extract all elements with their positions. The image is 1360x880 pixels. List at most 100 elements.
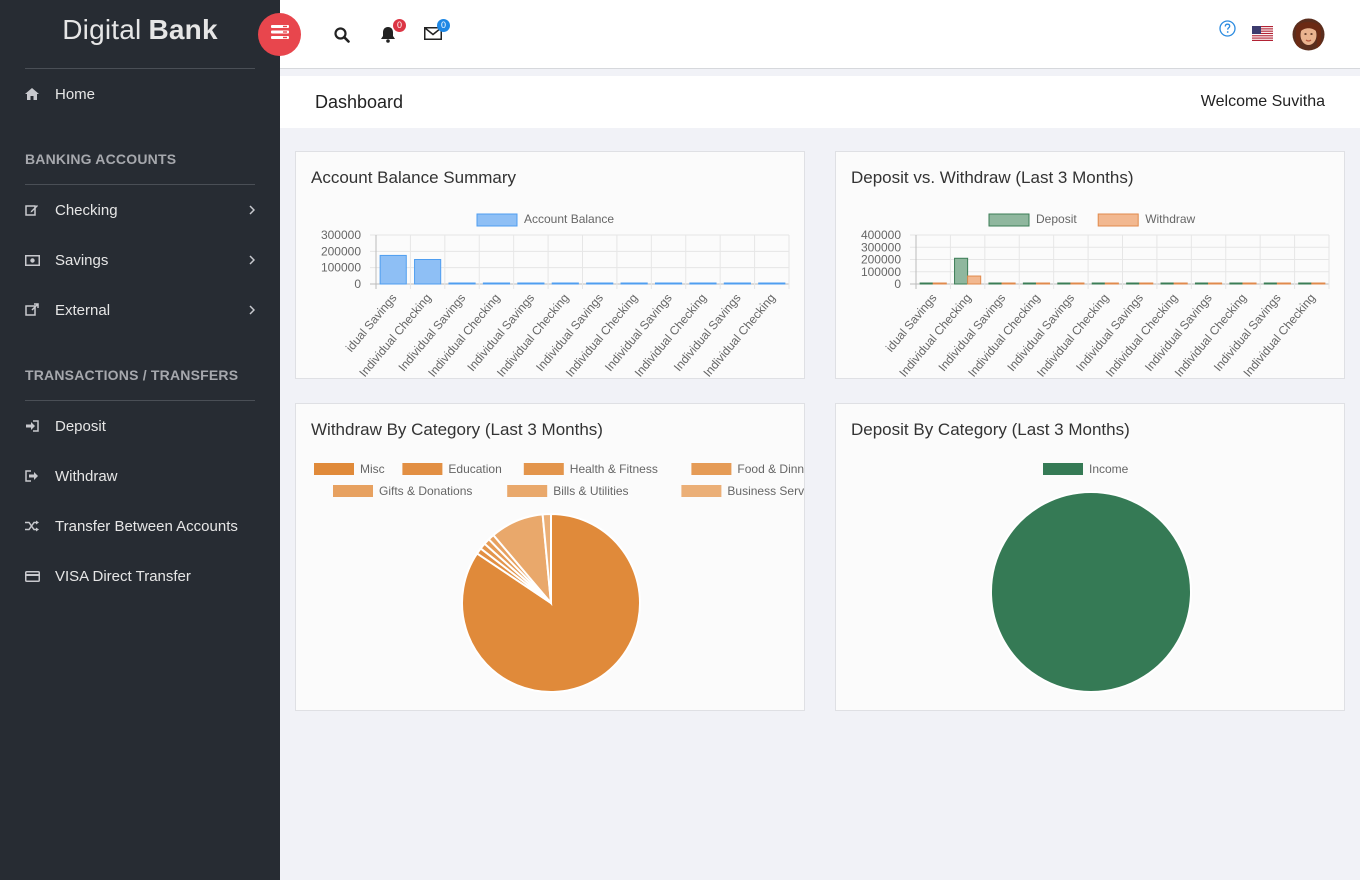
bar: [1001, 282, 1016, 285]
sidebar-item-label: External: [55, 301, 111, 319]
search-icon: [334, 27, 350, 48]
sidebar: Digital Bank Home BANKING ACCOUNTS Checki…: [0, 0, 280, 880]
legend-swatch: [1097, 213, 1139, 227]
sidebar-item-savings[interactable]: Savings: [25, 249, 255, 271]
bar: [1194, 282, 1210, 285]
bar: [379, 254, 407, 285]
home-icon: [25, 88, 55, 100]
sidebar-item-label: VISA Direct Transfer: [55, 567, 191, 585]
pie-slice: [989, 491, 1192, 693]
bar: [723, 282, 751, 285]
sidebar-item-withdraw[interactable]: Withdraw: [25, 465, 255, 487]
bar: [1104, 282, 1119, 285]
card-title: Deposit By Category (Last 3 Months): [851, 420, 1130, 439]
messages-count-badge: 0: [437, 19, 450, 32]
bar: [448, 282, 476, 285]
bar: [654, 282, 683, 285]
us-flag-icon: [1252, 26, 1273, 46]
sign-out-icon: [25, 470, 55, 482]
chevron-right-icon: [245, 305, 255, 315]
brand-logo[interactable]: Digital Bank: [0, 14, 280, 46]
sidebar-divider: [25, 400, 255, 401]
legend-swatch: [507, 485, 548, 497]
sidebar-item-home[interactable]: Home: [25, 83, 255, 105]
legend-label: Misc: [360, 462, 385, 476]
sidebar-item-label: Checking: [55, 201, 118, 219]
bar: [1173, 282, 1188, 285]
sidebar-item-label: Withdraw: [55, 467, 118, 485]
bar: [988, 282, 1003, 285]
sidebar-divider: [25, 184, 255, 185]
legend-swatch: [523, 463, 564, 475]
menu-toggle-button[interactable]: [258, 13, 301, 56]
bar: [1139, 282, 1154, 285]
sidebar-item-checking[interactable]: Checking: [25, 199, 255, 221]
legend-swatch: [476, 213, 518, 227]
legend-label: Business Services: [727, 484, 804, 498]
notifications-button[interactable]: 0: [380, 19, 406, 48]
sidebar-item-deposit[interactable]: Deposit: [25, 415, 255, 437]
welcome-message: Welcome Suvitha: [1200, 93, 1325, 110]
user-avatar-button[interactable]: [1292, 18, 1325, 56]
bar: [1276, 282, 1291, 285]
top-navbar: 0 0: [258, 0, 1360, 69]
legend-label: Deposit: [1036, 212, 1077, 226]
bar: [1035, 282, 1051, 285]
bar: [1022, 282, 1037, 285]
bar: [1126, 282, 1141, 285]
credit-card-icon: [25, 570, 55, 582]
bar: [1091, 282, 1106, 285]
sidebar-item-label: Home: [55, 85, 96, 103]
money-icon: [25, 254, 55, 266]
legend-label: Health & Fitness: [570, 462, 658, 476]
bar: [689, 282, 717, 285]
brand-text-bank: Bank: [148, 14, 218, 45]
legend-label: Account Balance: [524, 212, 614, 226]
bar: [1311, 282, 1326, 285]
search-button[interactable]: [334, 27, 350, 48]
sidebar-item-external[interactable]: External: [25, 299, 255, 321]
account-balance-summary-card: Account Balance 300000 200000 100000 0 Indivi…: [295, 151, 805, 379]
bar: [1057, 282, 1072, 285]
sidebar-item-label: Transfer Between Accounts: [55, 517, 238, 535]
messages-button[interactable]: 0: [424, 19, 450, 45]
y-tick-label: 300000: [321, 228, 361, 242]
deposit-by-category-chart: Income: [989, 462, 1192, 693]
chevron-right-icon: [245, 205, 255, 215]
bar: [414, 259, 442, 285]
language-selector[interactable]: [1252, 26, 1273, 46]
y-tick-label: 200000: [321, 244, 361, 258]
bar: [551, 282, 579, 285]
sidebar-divider: [25, 68, 255, 69]
legend-label: Withdraw: [1145, 212, 1195, 226]
bar: [1208, 282, 1223, 285]
bar: [1242, 282, 1257, 285]
legend-swatch: [681, 485, 722, 497]
sidebar-item-transfer-between-accounts[interactable]: Transfer Between Accounts: [25, 515, 255, 537]
bar: [1160, 282, 1175, 285]
bar: [1298, 282, 1313, 285]
page-header: Dashboard Welcome Suvitha: [280, 76, 1360, 128]
help-button[interactable]: [1219, 20, 1236, 42]
edit-icon: [25, 203, 55, 217]
question-circle-icon: [1219, 20, 1236, 42]
bar: [967, 275, 982, 285]
bar: [620, 282, 648, 285]
card-title: Deposit vs. Withdraw (Last 3 Months): [851, 168, 1134, 187]
sidebar-item-label: Deposit: [55, 417, 106, 435]
legend-label: Education: [448, 462, 501, 476]
notifications-count-badge: 0: [393, 19, 406, 32]
bar: [919, 282, 934, 285]
sidebar-item-label: Savings: [55, 251, 109, 269]
deposit-vs-withdraw-card: Deposit Withdraw 400000 300000 200000 100000 0…: [835, 151, 1345, 379]
legend-swatch: [1043, 463, 1083, 475]
external-link-icon: [25, 303, 55, 317]
y-tick-label: 0: [894, 277, 901, 291]
sidebar-item-visa-direct-transfer[interactable]: VISA Direct Transfer: [25, 565, 255, 587]
bar: [517, 282, 545, 285]
brand-text-digital: Digital: [62, 14, 142, 45]
sign-in-icon: [25, 420, 55, 432]
legend-swatch: [402, 463, 443, 475]
withdraw-by-category-card: Misc Education Health & Fitness Food & Dinn…: [295, 403, 805, 711]
bar: [1263, 282, 1278, 285]
